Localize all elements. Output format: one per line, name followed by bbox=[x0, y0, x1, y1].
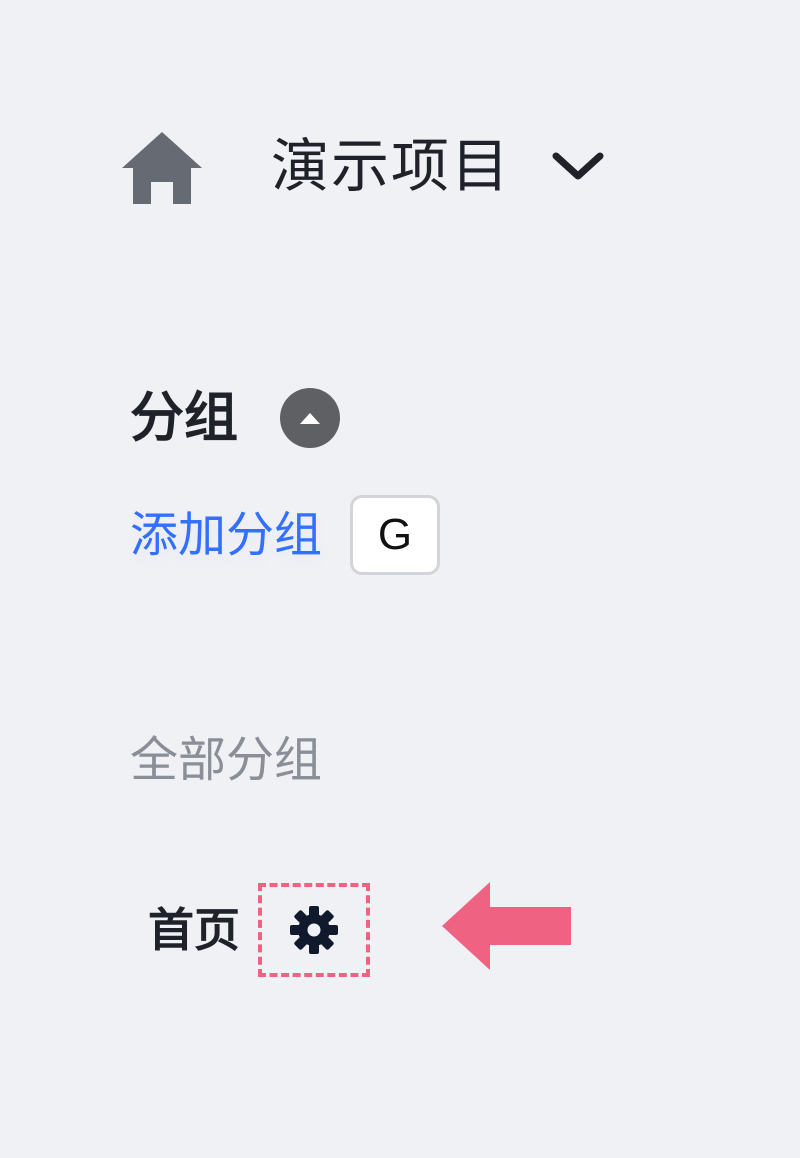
home-icon bbox=[122, 132, 202, 204]
group-item-home[interactable]: 首页 bbox=[148, 880, 370, 980]
shortcut-key-badge: G bbox=[350, 495, 441, 575]
add-group-row: 添加分组 G bbox=[130, 492, 441, 578]
group-section-title: 分组 bbox=[130, 386, 238, 449]
collapse-groups-button[interactable] bbox=[280, 388, 340, 448]
group-settings-button[interactable] bbox=[258, 883, 370, 977]
all-groups-label: 全部分组 bbox=[130, 732, 323, 788]
group-item-label: 首页 bbox=[148, 903, 240, 957]
caret-up-icon bbox=[300, 413, 320, 424]
project-switcher[interactable]: 演示项目 bbox=[118, 118, 618, 214]
chevron-down-icon[interactable] bbox=[551, 149, 605, 183]
project-name: 演示项目 bbox=[271, 132, 512, 200]
group-section-header: 分组 bbox=[130, 382, 340, 454]
add-group-link[interactable]: 添加分组 bbox=[130, 511, 322, 559]
gear-icon bbox=[290, 906, 338, 954]
arrow-left-icon bbox=[442, 882, 571, 970]
